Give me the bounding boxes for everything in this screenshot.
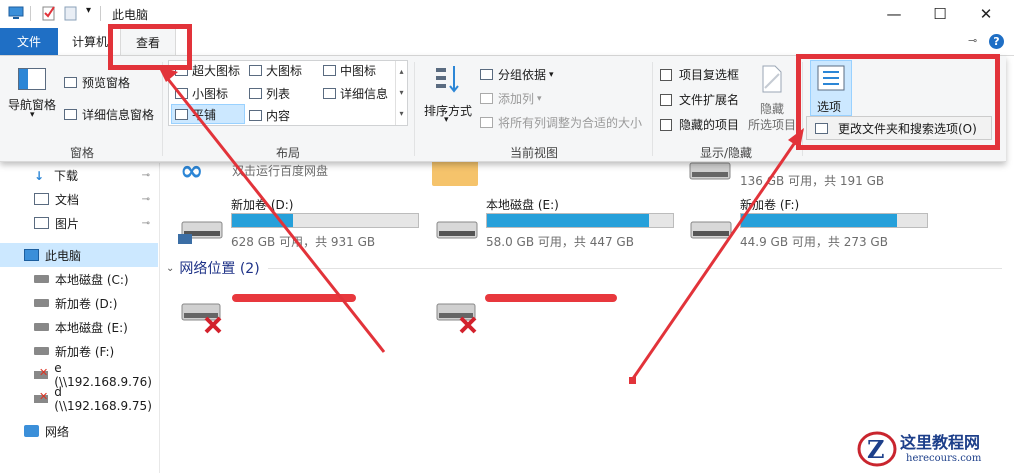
watermark-name: 这里教程网 bbox=[900, 433, 981, 452]
watermark-logo-icon: Z bbox=[857, 431, 897, 467]
annotation-box-view-tab bbox=[108, 24, 192, 70]
annotation-arrow-line bbox=[162, 73, 386, 353]
watermark: Z 这里教程网 herecours.com bbox=[856, 427, 1006, 471]
watermark-url: herecours.com bbox=[906, 453, 982, 464]
svg-text:Z: Z bbox=[867, 435, 885, 464]
annotation-marker bbox=[629, 377, 636, 384]
annotation-box-options bbox=[796, 54, 1000, 150]
annotation-arrow-line bbox=[630, 137, 800, 381]
